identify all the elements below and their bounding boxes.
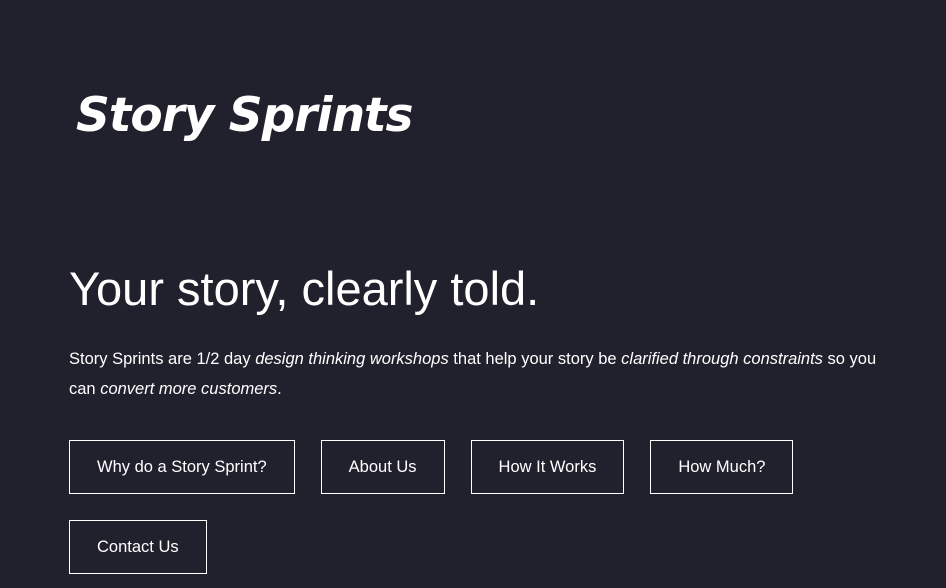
how-it-works-button[interactable]: How It Works [470,440,625,494]
about-us-button[interactable]: About Us [320,440,445,494]
intro-emphasis-convert: convert more customers [100,380,278,398]
why-story-sprint-button[interactable]: Why do a Story Sprint? [69,440,295,494]
intro-emphasis-design-thinking: design thinking workshops [255,350,449,368]
intro-paragraph: Story Sprints are 1/2 day design thinkin… [69,344,889,404]
intro-text: that help your story be [448,350,622,368]
how-much-button[interactable]: How Much? [650,440,794,494]
page-headline: Your story, clearly told. [69,262,540,315]
contact-us-button[interactable]: Contact Us [69,520,207,574]
intro-text: . [277,380,282,398]
intro-text: Story Sprints are 1/2 day [69,350,256,368]
intro-emphasis-constraints: clarified through constraints [621,350,823,368]
site-logo[interactable]: Story Sprints [76,86,413,146]
section-nav: Why do a Story Sprint? About Us How It W… [69,440,869,574]
